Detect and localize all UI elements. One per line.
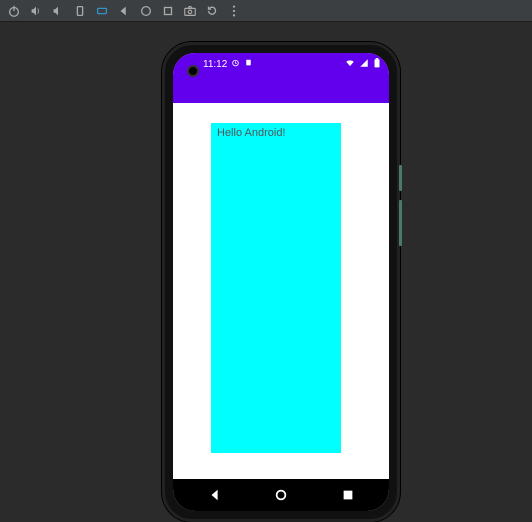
- home-icon[interactable]: [136, 1, 156, 21]
- nav-home-button[interactable]: [256, 488, 306, 502]
- front-camera: [187, 65, 199, 77]
- app-content: Hello Android!: [173, 103, 389, 479]
- phone-bezel: 11:12: [173, 53, 389, 511]
- phone-side-button-2: [399, 200, 402, 246]
- cyan-box: Hello Android!: [211, 123, 341, 453]
- phone-screen[interactable]: 11:12: [173, 53, 389, 511]
- phone-side-button-1: [399, 165, 402, 191]
- screenshot-icon[interactable]: [180, 1, 200, 21]
- rotate-left-icon[interactable]: [70, 1, 90, 21]
- battery-icon: [373, 58, 381, 71]
- power-icon[interactable]: [4, 1, 24, 21]
- nav-back-button[interactable]: [190, 488, 240, 502]
- app-action-bar: [173, 75, 389, 103]
- overview-icon[interactable]: [158, 1, 178, 21]
- back-icon[interactable]: [114, 1, 134, 21]
- rotate-right-icon[interactable]: [92, 1, 112, 21]
- emulator-viewport: 11:12: [0, 22, 532, 515]
- volume-down-icon[interactable]: [48, 1, 68, 21]
- status-debug-icon: [244, 58, 253, 70]
- status-alarm-icon: [231, 58, 240, 70]
- wifi-icon: [345, 58, 355, 71]
- android-nav-bar: [173, 479, 389, 511]
- emulator-toolbar: [0, 0, 532, 22]
- status-time: 11:12: [203, 59, 227, 70]
- volume-up-icon[interactable]: [26, 1, 46, 21]
- nav-overview-button[interactable]: [323, 488, 373, 502]
- greeting-text: Hello Android!: [217, 127, 335, 139]
- reset-icon[interactable]: [202, 1, 222, 21]
- more-icon[interactable]: [224, 1, 244, 21]
- status-bar: 11:12: [173, 53, 389, 75]
- phone-frame: 11:12: [162, 42, 400, 522]
- signal-icon: [359, 58, 369, 71]
